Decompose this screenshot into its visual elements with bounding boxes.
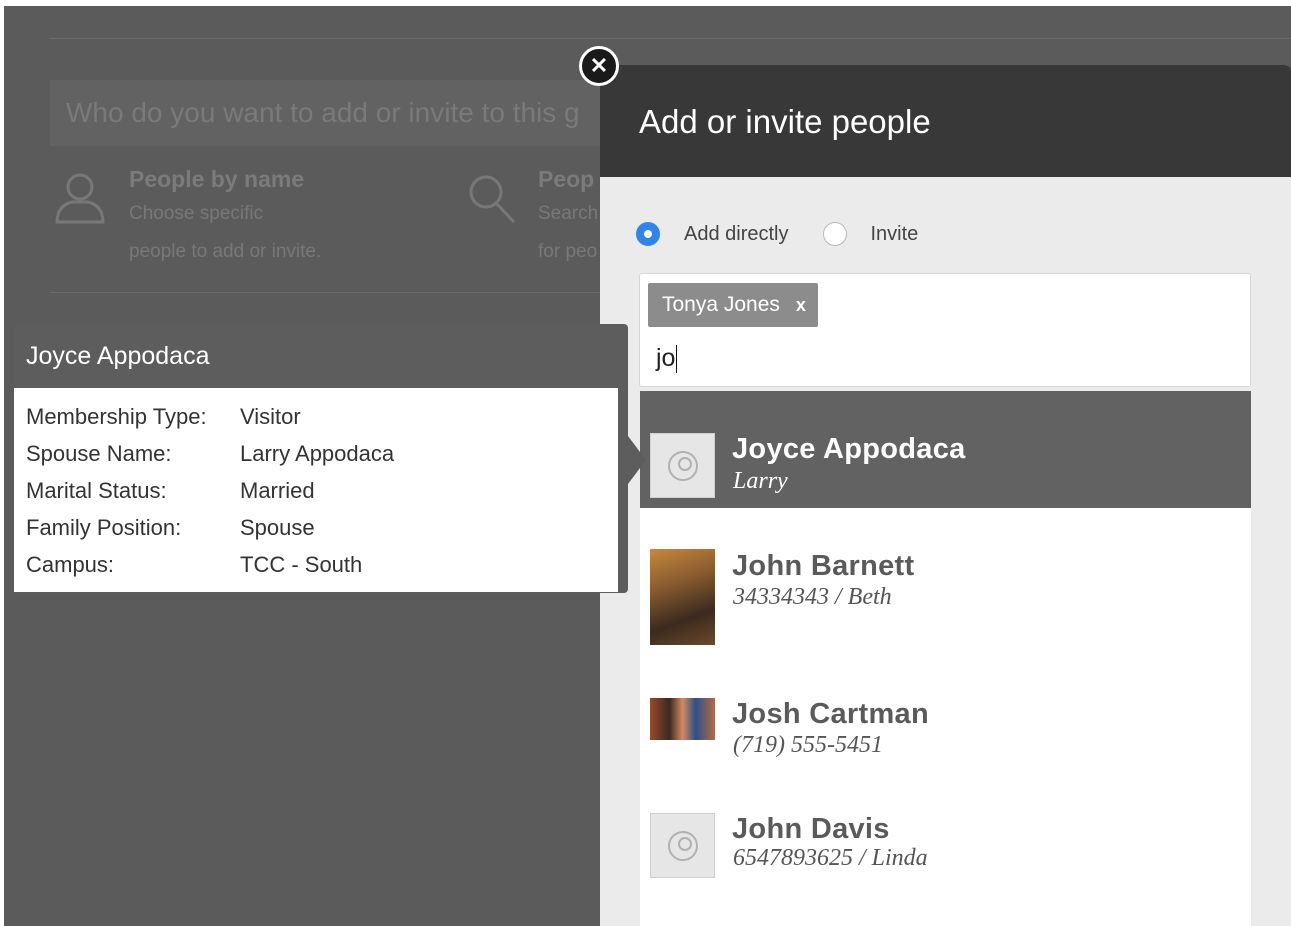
person-detail-popover: Joyce Appodaca Membership Type: Visitor … [14,324,646,593]
token-label: Tonya Jones [662,293,780,316]
result-detail: Larry [733,468,788,494]
popover-title: Joyce Appodaca [26,342,210,370]
search-results-list: Joyce Appodaca Larry John Barnett 343343… [640,391,1251,926]
result-detail: (719) 555-5451 [733,732,883,758]
background-option-desc-1: Choose specific [129,203,264,224]
background-option-title: Peop [538,166,595,192]
text-caret [676,345,678,374]
background-option-people-search: Peop Search for peo [538,166,598,271]
background-divider [50,292,601,293]
result-detail: 34334343 / Beth [733,584,892,610]
background-person-icon [52,170,108,233]
background-option-desc-1: Search [538,203,599,224]
add-directly-label[interactable]: Add directly [684,223,789,246]
background-option-people-by-name: People by name Choose specific people to… [129,166,321,271]
detail-value: Married [240,478,315,503]
mode-radio-group: Add directly Invite [636,222,952,246]
detail-value: Visitor [240,404,301,429]
result-row[interactable]: John Barnett 34334343 / Beth [640,548,1251,648]
result-name: Josh Cartman [732,698,929,730]
popover-pointer [628,436,646,484]
add-directly-radio[interactable] [636,222,660,246]
detail-label: Family Position: [26,515,182,540]
generic-person-icon [650,433,715,498]
background-option-title: People by name [129,166,305,192]
invite-label[interactable]: Invite [871,223,919,246]
result-row[interactable]: John Davis 6547893625 / Linda [640,813,1251,893]
popover-body: Membership Type: Visitor Spouse Name: La… [14,388,618,592]
person-photo [650,549,715,645]
modal-header: Add or invite people [600,65,1291,177]
background-search-icon [466,172,518,231]
result-row[interactable]: Joyce Appodaca Larry [640,432,1251,508]
close-icon[interactable]: ✕ [579,46,619,86]
person-photo [650,698,715,740]
search-input-value: jo [656,344,676,372]
detail-label: Spouse Name: [26,441,172,466]
result-detail: 6547893625 / Linda [733,845,928,871]
token-remove-icon[interactable]: x [796,295,806,316]
result-row[interactable]: Josh Cartman (719) 555-5451 [640,698,1251,778]
add-invite-modal: Add or invite people Add directly Invite… [600,65,1291,926]
people-token-input[interactable]: Tonya Jones x jo [639,273,1251,387]
detail-label: Membership Type: [26,404,207,429]
detail-value: Larry Appodaca [240,441,395,466]
invite-radio[interactable] [822,222,847,246]
background-option-desc-2: people to add or invite. [129,241,322,262]
result-name: John Davis [732,813,890,845]
detail-value: TCC - South [240,552,363,577]
results-list-top [640,391,1251,432]
detail-value: Spouse [240,515,315,540]
result-name: John Barnett [732,550,915,582]
search-input[interactable]: jo [656,344,678,374]
result-name: Joyce Appodaca [732,433,966,465]
background-divider [50,38,1291,39]
modal-title: Add or invite people [639,103,931,140]
detail-label: Campus: [26,552,115,577]
detail-label: Marital Status: [26,478,167,503]
selected-person-token: Tonya Jones x [648,283,818,327]
background-search-input: Who do you want to add or invite to this… [50,80,610,146]
page-overlay: Who do you want to add or invite to this… [4,6,1291,926]
background-option-desc-2: for peo [538,241,598,262]
generic-person-icon [650,813,715,878]
background-search-placeholder: Who do you want to add or invite to this… [66,97,580,128]
